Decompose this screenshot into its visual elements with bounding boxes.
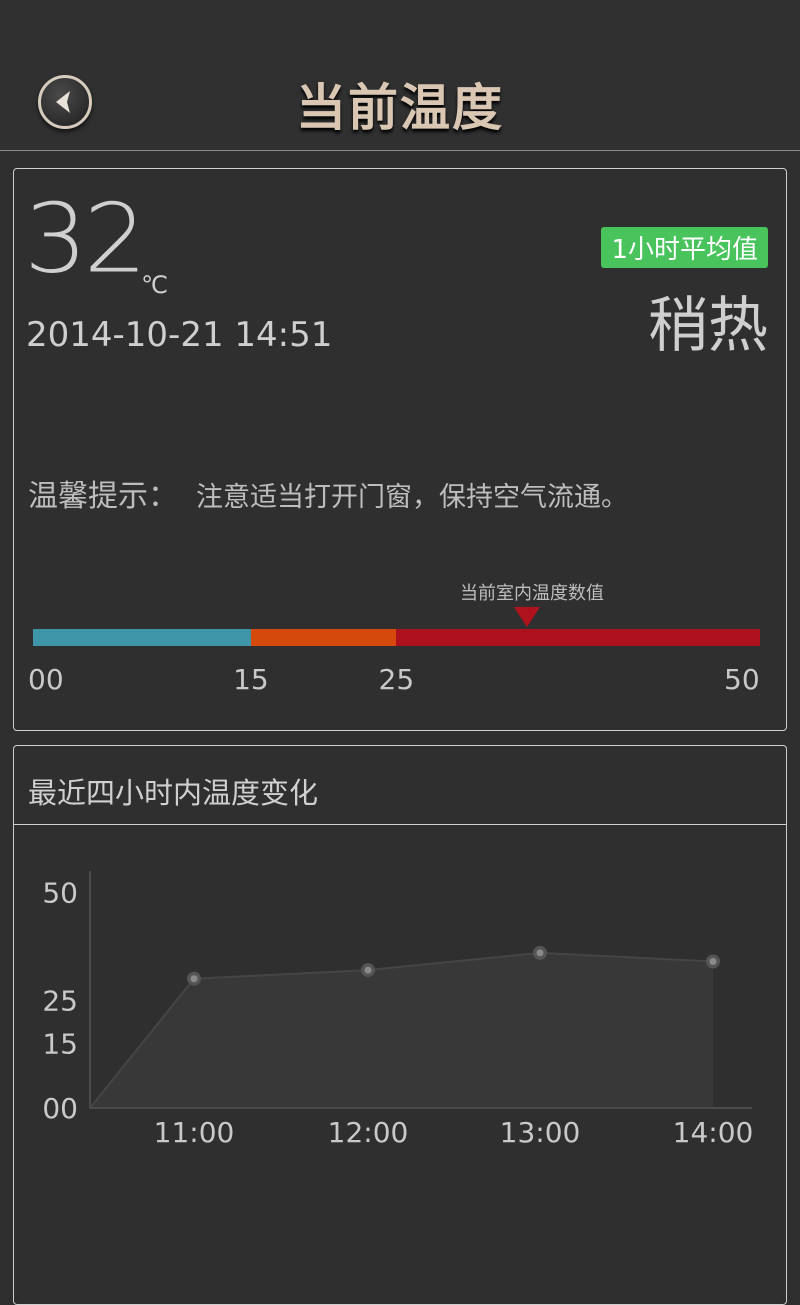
current-temperature-card: 32 ℃ 2014-10-21 14:51 1小时平均值 稍热 温馨提示： 注意适… (13, 168, 787, 731)
tip-text: 注意适当打开门窗，保持空气流通。 (196, 482, 628, 513)
scale-tick-label: 50 (724, 663, 760, 696)
measurement-datetime: 2014-10-21 14:51 (26, 315, 333, 355)
x-tick-label: 14:00 (673, 1116, 754, 1149)
y-tick-label: 15 (42, 1027, 78, 1060)
x-tick-label: 12:00 (328, 1116, 409, 1149)
temperature-scale-bar (33, 629, 760, 646)
scale-segment (251, 629, 397, 646)
scale-segment (396, 629, 760, 646)
scale-tick-label: 25 (378, 663, 415, 696)
history-card: 最近四小时内温度变化 00 15 25 50 11:00 12:00 13:00 14:00 (13, 745, 787, 1305)
x-tick-label: 13:00 (500, 1116, 581, 1149)
tip-label: 温馨提示： (28, 479, 178, 514)
scale-tick-label: 00 (28, 663, 64, 696)
chart-area (90, 952, 713, 1108)
data-point (190, 975, 198, 983)
y-tick-label: 50 (42, 877, 78, 910)
indicator-label: 当前室内温度数值 (460, 583, 604, 604)
comfort-status: 稍热 (648, 291, 768, 361)
x-tick-label: 11:00 (154, 1116, 235, 1149)
temperature-unit: ℃ (141, 271, 168, 299)
data-point (536, 949, 544, 957)
average-badge: 1小时平均值 (601, 227, 768, 268)
temperature-value: 32 (24, 182, 147, 295)
data-point (709, 957, 717, 965)
scale-tick-label: 15 (233, 663, 269, 696)
page-title: 当前温度 (296, 79, 504, 137)
temperature-history-chart: 00 15 25 50 11:00 12:00 13:00 14:00 (42, 871, 754, 1149)
y-tick-label: 00 (42, 1092, 78, 1125)
data-point (364, 966, 372, 974)
indicator-arrow-icon (514, 607, 541, 627)
y-tick-label: 25 (42, 984, 78, 1017)
scale-segment (33, 629, 252, 646)
header: 当前温度 (0, 0, 800, 151)
warm-tip: 温馨提示： 注意适当打开门窗，保持空气流通。 (28, 471, 628, 515)
